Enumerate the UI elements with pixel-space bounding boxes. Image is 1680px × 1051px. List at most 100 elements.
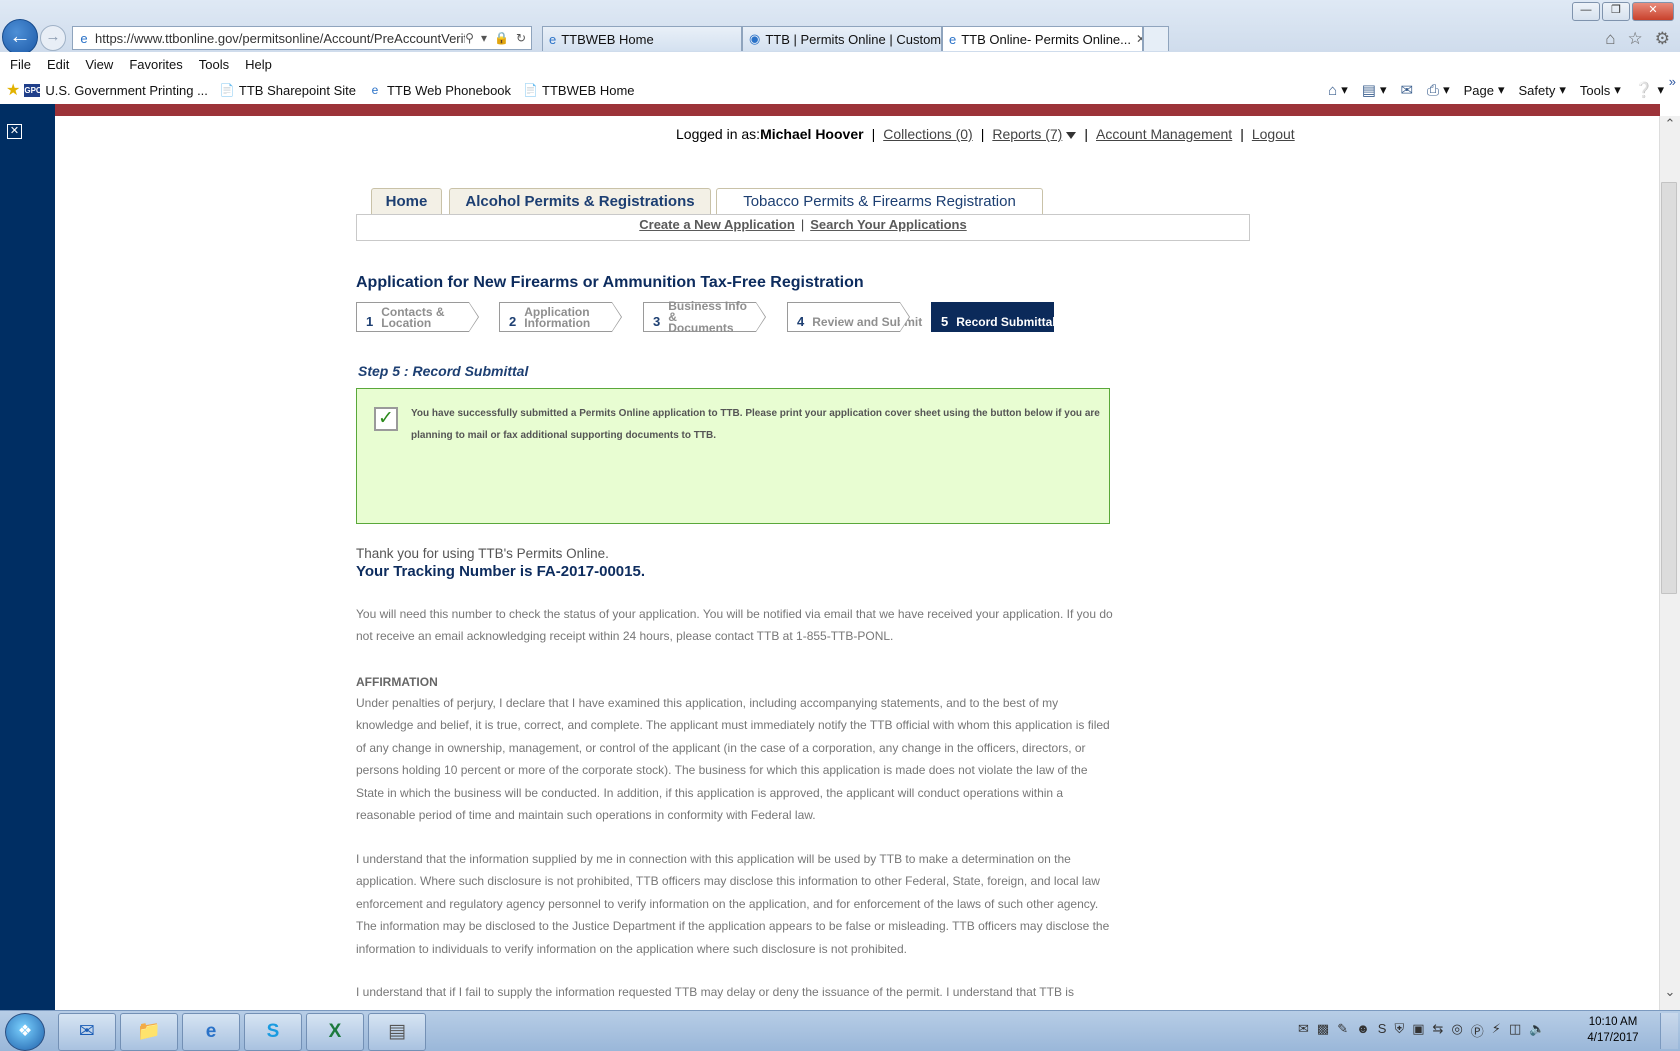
notice-paragraph: You will need this number to check the s… (356, 607, 1113, 644)
menu-view[interactable]: View (85, 57, 113, 72)
scroll-down-icon[interactable]: ⌄ (1662, 984, 1678, 1000)
new-tab-button[interactable] (1143, 26, 1169, 51)
wizard-step-2[interactable]: 2 Application Information (499, 302, 622, 332)
system-clock[interactable]: 10:10 AM 4/17/2017 (1583, 1014, 1643, 1046)
favorites-star-icon[interactable]: ★ (6, 80, 20, 100)
collections-link[interactable]: Collections (0) (883, 126, 972, 142)
step-number: 1 (366, 313, 374, 329)
windows-taskbar: ❖ ✉ 📁 e S X ▤ ✉ ▩ ✎ ☻ S ⛨ ▣ ⇆ ◎ Ⓟ ⚡ ◫ 🔈 … (0, 1010, 1680, 1051)
tab-tobacco-firearms[interactable]: Tobacco Permits & Firearms Registration (716, 188, 1043, 215)
excel-taskbar-icon[interactable]: X (306, 1013, 364, 1051)
mail-icon: ✉ (1400, 82, 1414, 99)
favorite-sharepoint[interactable]: 📄 TTB Sharepoint Site (220, 83, 356, 98)
mail-tray-icon[interactable]: ✉ (1298, 1021, 1309, 1040)
logout-link[interactable]: Logout (1252, 126, 1295, 142)
close-icon[interactable]: ✕ (7, 124, 22, 139)
ie-taskbar-icon[interactable]: e (182, 1013, 240, 1051)
network-tray-icon[interactable]: ◎ (1451, 1021, 1462, 1040)
lock-icon[interactable]: 🔒 (494, 31, 509, 45)
favorite-gpo[interactable]: GPO U.S. Government Printing ... (24, 83, 208, 98)
wizard-step-3[interactable]: 3 Business Info & Documents (643, 300, 766, 335)
search-applications-link[interactable]: Search Your Applications (810, 217, 967, 232)
outlook-taskbar-icon[interactable]: ✉ (58, 1013, 116, 1051)
safety-menu[interactable]: Safety ▾ (1519, 82, 1566, 98)
show-desktop-button[interactable] (1660, 1013, 1678, 1049)
search-icon[interactable]: ⚲ (465, 31, 474, 45)
address-bar[interactable]: e https://www.ttbonline.gov/permitsonlin… (72, 26, 532, 50)
clock-date: 4/17/2017 (1587, 1032, 1639, 1044)
explorer-taskbar-icon[interactable]: 📁 (120, 1013, 178, 1051)
minimize-icon[interactable]: — (1572, 2, 1600, 21)
sync-tray-icon[interactable]: ⇆ (1433, 1021, 1444, 1040)
browser-titlebar: ← → e https://www.ttbonline.gov/permitso… (0, 0, 1680, 55)
power-tray-icon[interactable]: ⚡ (1492, 1021, 1501, 1040)
monitor-tray-icon[interactable]: ◫ (1509, 1021, 1521, 1040)
page-menu[interactable]: Page ▾ (1464, 82, 1505, 98)
help-menu[interactable]: ❔ ▾ (1635, 81, 1664, 99)
favorites-star-icon[interactable]: ☆ (1628, 29, 1643, 49)
page-icon: 📄 (523, 83, 538, 97)
outlook-tray-icon[interactable]: ▩ (1317, 1021, 1329, 1040)
volume-tray-icon[interactable]: 🔈 (1529, 1021, 1545, 1040)
home-command[interactable]: ⌂ ▾ (1328, 82, 1348, 99)
success-message: You have successfully submitted a Permit… (411, 408, 1100, 441)
wizard-step-4[interactable]: 4 Review and Submit (787, 302, 922, 332)
menu-edit[interactable]: Edit (47, 57, 69, 72)
browser-tab-permits-customer[interactable]: ◉ TTB | Permits Online | Custom... (742, 26, 942, 51)
url-text[interactable]: https://www.ttbonline.gov/permitsonline/… (93, 31, 465, 46)
back-arrow-icon[interactable]: ← (2, 19, 38, 55)
pen-tray-icon[interactable]: ✎ (1337, 1021, 1348, 1040)
account-management-link[interactable]: Account Management (1096, 126, 1232, 142)
scroll-thumb[interactable] (1661, 182, 1677, 594)
step-label: Documents (668, 321, 734, 335)
favorite-phonebook[interactable]: e TTB Web Phonebook (368, 83, 511, 98)
drive-tray-icon[interactable]: ▣ (1412, 1021, 1424, 1040)
window-taskbar-icon[interactable]: ▤ (368, 1013, 426, 1051)
skype-taskbar-icon[interactable]: S (244, 1013, 302, 1051)
scroll-up-icon[interactable]: ⌃ (1662, 116, 1678, 132)
gear-icon[interactable]: ⚙ (1655, 29, 1670, 49)
skype-tray-icon[interactable]: S (1378, 1021, 1387, 1040)
system-tray: ✉ ▩ ✎ ☻ S ⛨ ▣ ⇆ ◎ Ⓟ ⚡ ◫ 🔈 (1298, 1021, 1545, 1040)
menu-favorites[interactable]: Favorites (129, 57, 182, 72)
menu-help[interactable]: Help (245, 57, 272, 72)
favorite-ttbweb[interactable]: 📄 TTBWEB Home (523, 83, 634, 98)
close-tab-icon[interactable]: ✕ (1136, 32, 1142, 46)
ie-tab-icon: e (549, 31, 557, 47)
favorite-label: U.S. Government Printing ... (45, 82, 208, 98)
user-tray-icon[interactable]: ☻ (1356, 1021, 1370, 1040)
refresh-icon[interactable]: ↻ (516, 31, 526, 45)
restore-icon[interactable]: ❐ (1602, 2, 1630, 21)
close-window-icon[interactable]: ✕ (1632, 2, 1674, 21)
browser-tab-ttbweb[interactable]: e TTBWEB Home (542, 26, 742, 51)
thanks-text: Thank you for using TTB's Permits Online… (356, 546, 609, 561)
tab-alcohol-permits[interactable]: Alcohol Permits & Registrations (449, 188, 711, 215)
menu-tools[interactable]: Tools (199, 57, 229, 72)
home-icon[interactable]: ⌂ (1605, 29, 1615, 49)
wizard-step-5-current[interactable]: 5 Record Submittal (931, 302, 1056, 332)
forward-arrow-icon[interactable]: → (40, 25, 66, 51)
chevron-right-icon[interactable]: » (1669, 74, 1676, 89)
tab-home[interactable]: Home (371, 188, 442, 215)
start-button[interactable]: ❖ (5, 1013, 45, 1051)
gpo-logo-icon: GPO (24, 83, 43, 97)
dropdown-icon[interactable]: ▾ (481, 31, 487, 45)
mail-command[interactable]: ✉ (1400, 81, 1413, 99)
wizard-step-1[interactable]: 1 Contacts & Location (356, 302, 479, 332)
menu-file[interactable]: File (10, 57, 31, 72)
checkmark-icon: ✓ (374, 407, 398, 431)
affirmation-heading: AFFIRMATION (356, 675, 438, 689)
browser-tab-active[interactable]: e TTB Online- Permits Online... ✕ (942, 26, 1143, 51)
caret-down-icon[interactable] (1066, 131, 1077, 139)
feeds-command[interactable]: ▤ ▾ (1362, 81, 1387, 99)
step-number: 3 (653, 313, 661, 329)
safety-menu-label: Safety (1518, 82, 1556, 98)
create-application-link[interactable]: Create a New Application (639, 217, 795, 232)
print-command[interactable]: ⎙ ▾ (1427, 82, 1450, 99)
shield-tray-icon[interactable]: ⛨ (1394, 1021, 1404, 1040)
p-tray-icon[interactable]: Ⓟ (1471, 1021, 1484, 1040)
reports-link[interactable]: Reports (7) (992, 126, 1062, 142)
tools-menu-label: Tools (1579, 82, 1611, 98)
tools-menu[interactable]: Tools ▾ (1580, 82, 1621, 98)
tab-title: TTBWEB Home (561, 31, 654, 47)
